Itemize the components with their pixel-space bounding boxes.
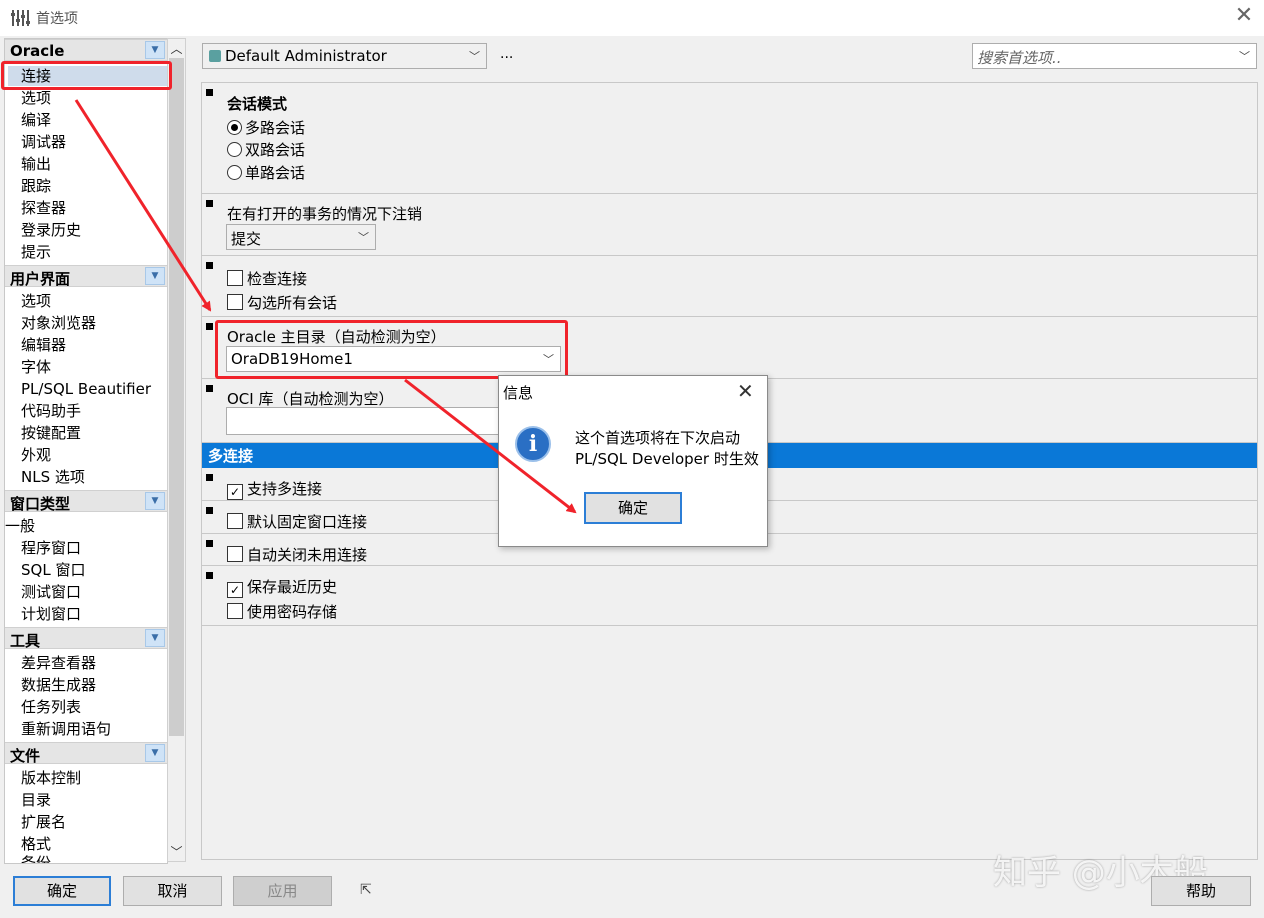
cancel-button[interactable]: 取消: [123, 876, 222, 906]
ok-button[interactable]: 确定: [13, 876, 111, 906]
help-button[interactable]: 帮助: [1151, 876, 1251, 906]
arrow-to-oracle-home: [74, 99, 212, 312]
apply-button[interactable]: 应用: [233, 876, 332, 906]
export-icon[interactable]: ⇱: [360, 882, 378, 898]
arrow-to-ok-button: [404, 378, 577, 514]
annotation-arrows: [74, 99, 577, 514]
